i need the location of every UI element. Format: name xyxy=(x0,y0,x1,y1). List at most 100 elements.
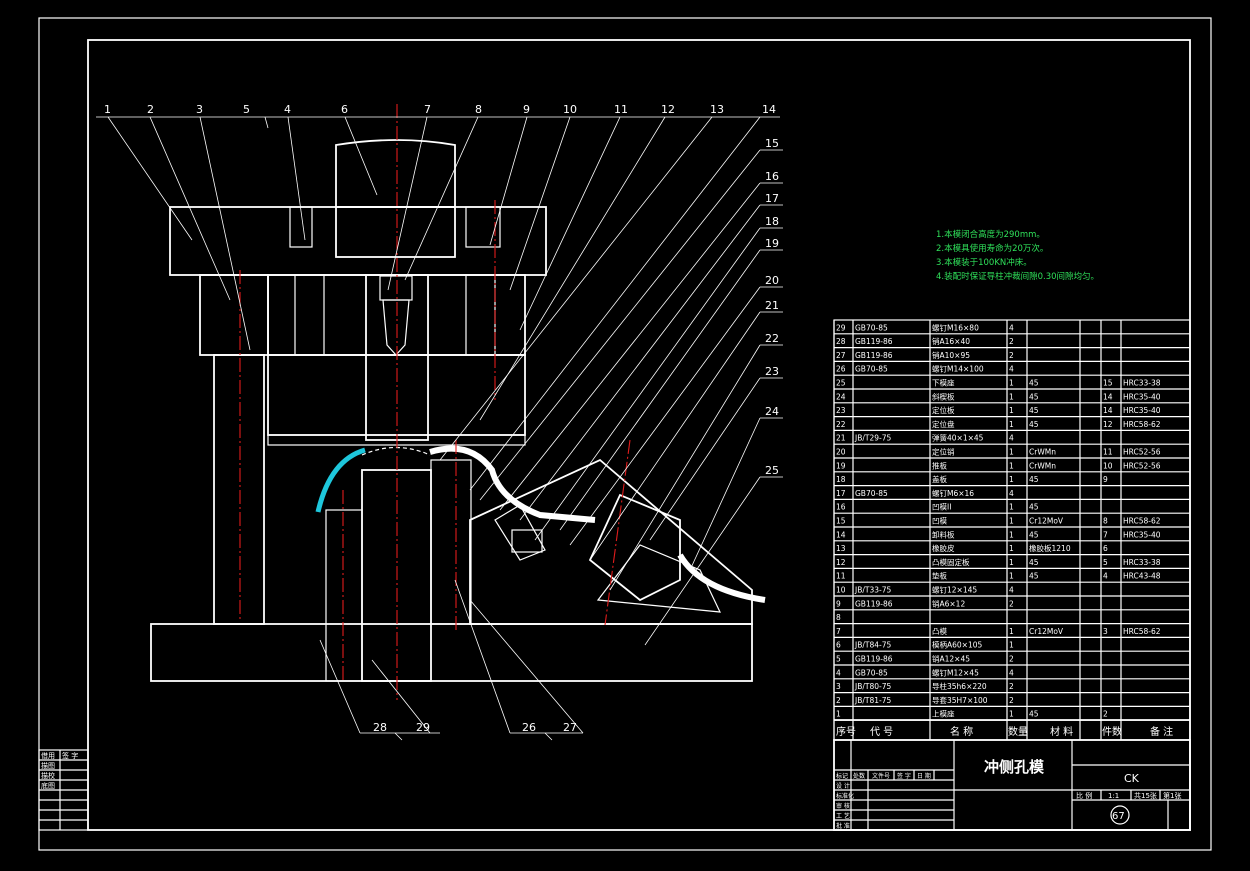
callout-right-19: 19 xyxy=(765,237,779,250)
bom-cell: 2 xyxy=(1009,337,1014,346)
bom-cell: 1 xyxy=(1009,392,1014,401)
callout-right-25: 25 xyxy=(765,464,779,477)
bom-cell: HRC52-56 xyxy=(1123,448,1161,457)
bom-cell: 1 xyxy=(1009,710,1014,719)
bom-cell: 垫板 xyxy=(932,571,947,581)
bom-cell: JB/T81-75 xyxy=(854,696,891,705)
bom-cell: 弹簧40×1×45 xyxy=(932,433,984,443)
bom-cell: 2 xyxy=(1103,710,1108,719)
drawing-title: 冲侧孔模 xyxy=(984,758,1045,776)
bom-header-cell: 件数 xyxy=(1102,725,1122,738)
bom-cell: HRC43-48 xyxy=(1123,572,1161,581)
bom-cell: 凹模 xyxy=(932,516,947,526)
bom-cell: 45 xyxy=(1029,379,1039,388)
bom-cell: 4 xyxy=(1009,489,1014,498)
left-stamp-4: 底图 xyxy=(41,781,55,790)
bom-cell: 推板 xyxy=(932,460,947,470)
callout-bottom-28: 28 xyxy=(373,721,387,734)
bom-cell: 4 xyxy=(1009,365,1014,374)
callout-top-13: 13 xyxy=(710,103,724,116)
bom-cell: 20 xyxy=(836,448,846,457)
bom-cell: Cr12MoV xyxy=(1029,517,1064,526)
bom-cell: 1 xyxy=(1009,503,1014,512)
left-stamp-block: 借用 签 字 描图 描校 底图 xyxy=(38,749,89,831)
bom-cell: 螺钉M6×16 xyxy=(932,488,974,498)
bom-header-cell: 名 称 xyxy=(950,725,973,738)
bom-cell: JB/T29-75 xyxy=(854,434,891,443)
cad-drawing-canvas[interactable]: 借用 签 字 描图 描校 底图 1 2 3 5 4 6 7 8 9 10 11 … xyxy=(0,0,1250,871)
callout-top-6: 6 xyxy=(341,103,348,116)
bom-cell: 4 xyxy=(836,668,841,677)
bom-cell: 1 xyxy=(836,710,841,719)
inner-frame xyxy=(87,39,1191,831)
bom-cell: 定位板 xyxy=(932,405,955,415)
bom-cell: 21 xyxy=(836,434,846,443)
die-shank xyxy=(335,139,456,208)
bom-cell: 6 xyxy=(1103,544,1108,553)
callout-right-23: 23 xyxy=(765,365,779,378)
shank-flange xyxy=(335,206,456,258)
callout-right-16: 16 xyxy=(765,170,779,183)
bom-cell: 1 xyxy=(1009,406,1014,415)
callout-right-24: 24 xyxy=(765,405,779,418)
bom-cell: 凹模II xyxy=(932,502,951,512)
rev-7: 审 核 xyxy=(836,802,850,810)
bom-cell: 橡胶板1210 xyxy=(1029,543,1071,553)
bom-cell: 45 xyxy=(1029,503,1039,512)
bom-cell: 10 xyxy=(836,586,846,595)
bom-cell: HRC52-56 xyxy=(1123,461,1161,470)
rev-8: 工 艺 xyxy=(836,812,850,820)
callout-top-11: 11 xyxy=(614,103,628,116)
bom-cell: 4 xyxy=(1009,434,1014,443)
technical-notes: 1.本模闭合高度为290mm。 2.本模具使用寿命为20万次。 3.本模装于10… xyxy=(936,229,1099,282)
callout-top-8: 8 xyxy=(475,103,482,116)
bom-cell: 盖板 xyxy=(932,474,947,484)
bom-cell: GB70-85 xyxy=(855,668,888,677)
bom-cell: 9 xyxy=(1103,475,1108,484)
lower-die-base xyxy=(150,623,753,682)
bom-cell: 1 xyxy=(1009,627,1014,636)
bom-cell: 2 xyxy=(1009,351,1014,360)
bom-cell: 12 xyxy=(836,558,846,567)
bom-header-cell: 序号 xyxy=(836,725,856,738)
bom-cell: 5 xyxy=(1103,558,1108,567)
bom-cell: 8 xyxy=(836,613,841,622)
bom-cell: 1 xyxy=(1009,448,1014,457)
rev-6: 标准化 xyxy=(836,792,854,800)
bom-cell: 2 xyxy=(836,696,841,705)
bom-cell: GB119-86 xyxy=(855,337,893,346)
bom-cell: 45 xyxy=(1029,530,1039,539)
bom-cell: 2 xyxy=(1009,682,1014,691)
bom-cell: 1 xyxy=(1009,641,1014,650)
bom-cell: 凸模 xyxy=(932,626,947,636)
bom-cell: 2 xyxy=(1009,599,1014,608)
bom-cell: 22 xyxy=(836,420,846,429)
callout-right-17: 17 xyxy=(765,192,779,205)
bom-cell: 螺钉M12×45 xyxy=(932,667,979,677)
bom-cell: HRC35-40 xyxy=(1123,406,1161,415)
bom-cell: 28 xyxy=(836,337,846,346)
sheet-number: 67 xyxy=(1112,811,1125,822)
bom-cell: 24 xyxy=(836,392,846,401)
bom-cell: 4 xyxy=(1009,323,1014,332)
bom-cell: 27 xyxy=(836,351,846,360)
callout-top-2: 2 xyxy=(147,103,154,116)
bom-cell: 模柄A60×105 xyxy=(932,640,983,650)
bom-cell: 定位盘 xyxy=(932,419,955,429)
meta-scale-label: 比 例 xyxy=(1076,791,1092,800)
bom-cell: 1 xyxy=(1009,461,1014,470)
bom-cell: 18 xyxy=(836,475,846,484)
bom-cell: 下模座 xyxy=(932,378,955,388)
bom-cell: GB70-85 xyxy=(855,323,888,332)
bom-header-cell: 数量 xyxy=(1008,725,1028,738)
bom-cell: 5 xyxy=(836,655,841,664)
left-stamp-0: 借用 xyxy=(41,751,55,760)
bom-cell: 45 xyxy=(1029,392,1039,401)
callout-right-20: 20 xyxy=(765,274,779,287)
bom-cell: 销A12×45 xyxy=(932,654,970,664)
bom-cell: JB/T84-75 xyxy=(854,641,891,650)
bom-cell: Cr12MoV xyxy=(1029,627,1064,636)
bom-cell: 1 xyxy=(1009,379,1014,388)
bom-cell: 销A10×95 xyxy=(932,350,970,360)
bom-cell: HRC58-62 xyxy=(1123,420,1161,429)
